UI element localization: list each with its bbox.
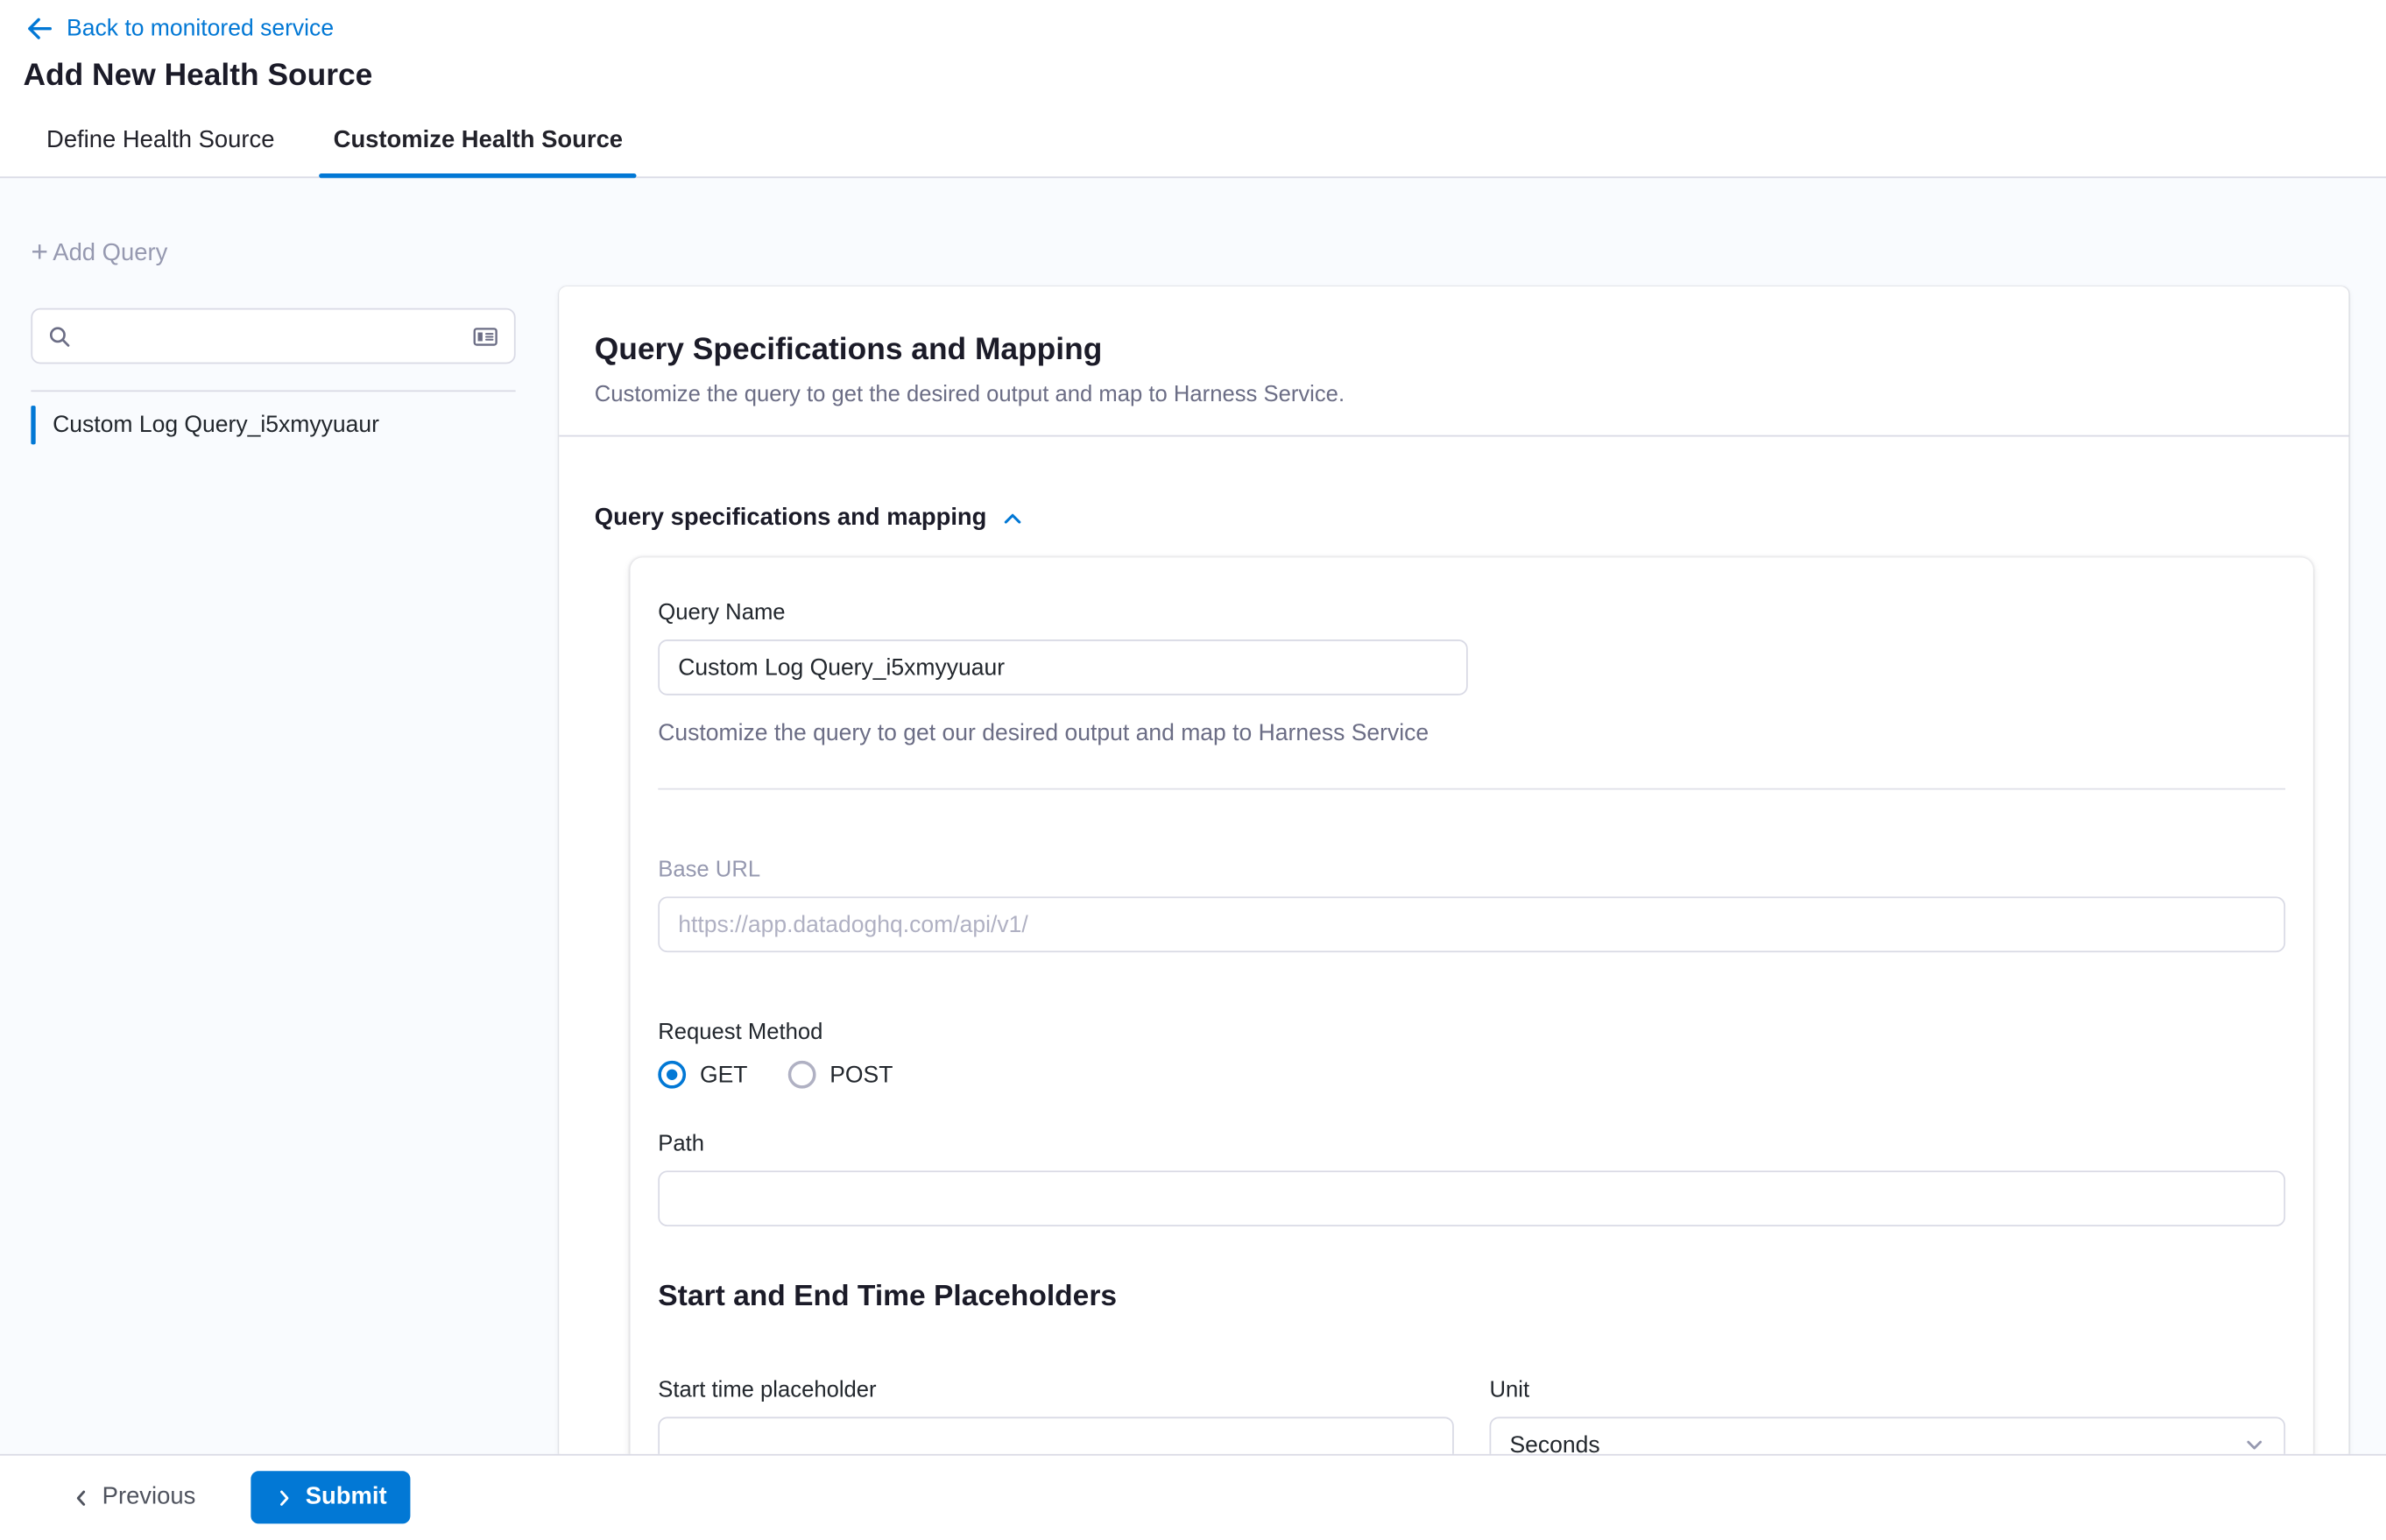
query-item-label: Custom Log Query_i5xmyyuaur bbox=[36, 412, 379, 438]
request-method-post[interactable]: POST bbox=[787, 1061, 893, 1089]
main-area: Query Specifications and Mapping Customi… bbox=[559, 194, 2386, 1453]
previous-button-label: Previous bbox=[102, 1483, 196, 1511]
post-radio-label: POST bbox=[829, 1062, 893, 1088]
query-list-item[interactable]: Custom Log Query_i5xmyyuaur bbox=[31, 406, 515, 444]
add-query-label: Add Query bbox=[53, 240, 167, 268]
previous-button[interactable]: Previous bbox=[71, 1483, 195, 1511]
query-name-help: Customize the query to get our desired o… bbox=[658, 720, 2285, 746]
placeholders-row: Start time placeholder Unit Seconds bbox=[658, 1378, 2285, 1453]
tab-customize-health-source[interactable]: Customize Health Source bbox=[334, 127, 623, 177]
back-nav[interactable]: Back to monitored service bbox=[0, 0, 2386, 42]
panel-title: Query Specifications and Mapping bbox=[595, 333, 2313, 369]
get-radio[interactable] bbox=[658, 1061, 686, 1089]
app-window: Back to monitored service Add New Health… bbox=[0, 0, 2386, 1540]
request-method-label: Request Method bbox=[658, 1021, 2285, 1045]
section-title: Query specifications and mapping bbox=[595, 505, 987, 533]
get-radio-label: GET bbox=[700, 1062, 748, 1088]
post-radio[interactable] bbox=[787, 1061, 815, 1089]
query-search-box bbox=[31, 308, 515, 364]
unit-label: Unit bbox=[1490, 1378, 2286, 1402]
chevron-left-icon bbox=[71, 1487, 91, 1508]
path-input[interactable] bbox=[658, 1170, 2285, 1226]
chevron-down-icon bbox=[2243, 1434, 2265, 1453]
query-sidebar: + Add Query Custom Log Quer bbox=[0, 194, 559, 1453]
base-url-field: Base URL bbox=[658, 858, 2285, 952]
content-area: + Add Query Custom Log Quer bbox=[0, 194, 2386, 1453]
unit-select[interactable]: Seconds bbox=[1490, 1416, 2286, 1453]
start-time-label: Start time placeholder bbox=[658, 1378, 1454, 1402]
tab-define-health-source[interactable]: Define Health Source bbox=[46, 127, 274, 177]
request-method-options: GET POST bbox=[658, 1061, 2285, 1089]
query-mapping-panel: Query Specifications and Mapping Customi… bbox=[559, 286, 2348, 1453]
query-name-label: Query Name bbox=[658, 601, 2285, 625]
chevron-right-icon bbox=[274, 1487, 294, 1508]
request-method-field: Request Method GET POST bbox=[658, 1021, 2285, 1089]
base-url-input bbox=[658, 896, 2285, 952]
panel-head: Query Specifications and Mapping Customi… bbox=[559, 286, 2348, 407]
path-label: Path bbox=[658, 1132, 2285, 1156]
query-name-input[interactable] bbox=[658, 639, 1467, 696]
section-toggle[interactable]: Query specifications and mapping bbox=[559, 436, 1059, 533]
placeholders-heading: Start and End Time Placeholders bbox=[658, 1281, 2285, 1315]
page-title: Add New Health Source bbox=[24, 59, 2386, 95]
search-icon bbox=[48, 324, 72, 348]
add-query-button[interactable]: + Add Query bbox=[31, 240, 515, 268]
submit-button-label: Submit bbox=[306, 1483, 387, 1511]
list-view-icon[interactable] bbox=[472, 324, 498, 348]
unit-field: Unit Seconds bbox=[1490, 1378, 2286, 1453]
query-search-input[interactable] bbox=[83, 323, 460, 348]
back-link[interactable]: Back to monitored service bbox=[67, 16, 334, 42]
sidebar-divider bbox=[31, 390, 515, 392]
start-time-input[interactable] bbox=[658, 1416, 1454, 1453]
unit-select-value: Seconds bbox=[1509, 1431, 1599, 1453]
wizard-footer: Previous Submit bbox=[0, 1453, 2386, 1540]
submit-button[interactable]: Submit bbox=[251, 1471, 410, 1523]
back-arrow-icon bbox=[26, 16, 53, 42]
query-form-card: Query Name Customize the query to get ou… bbox=[630, 557, 2312, 1453]
tab-bar: Define Health Source Customize Health So… bbox=[46, 127, 2386, 177]
start-time-field: Start time placeholder bbox=[658, 1378, 1454, 1453]
path-field: Path bbox=[658, 1132, 2285, 1226]
request-method-get[interactable]: GET bbox=[658, 1061, 747, 1089]
base-url-label: Base URL bbox=[658, 858, 2285, 882]
form-divider bbox=[658, 788, 2285, 790]
query-list: Custom Log Query_i5xmyyuaur bbox=[31, 406, 515, 444]
chevron-up-icon bbox=[1002, 508, 1024, 530]
page-header: Back to monitored service Add New Health… bbox=[0, 0, 2386, 178]
panel-subtitle: Customize the query to get the desired o… bbox=[595, 383, 2313, 407]
plus-icon: + bbox=[31, 242, 48, 266]
